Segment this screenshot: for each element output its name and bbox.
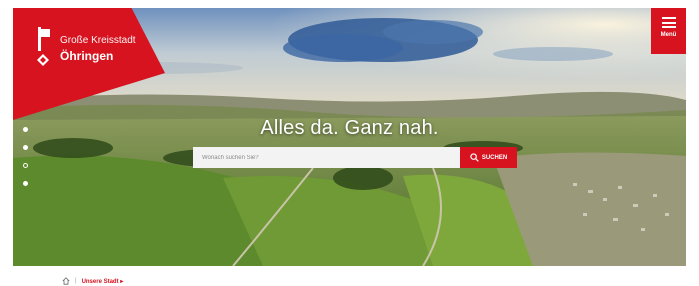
hero-headline: Alles da. Ganz nah. — [260, 117, 439, 139]
city-key-logo-icon — [37, 27, 50, 66]
breadcrumb-separator: | — [75, 278, 77, 284]
search-button[interactable]: SUCHEN — [460, 147, 517, 168]
hamburger-menu-icon — [661, 17, 676, 28]
slider-dot-2[interactable] — [23, 145, 28, 150]
search-button-label: SUCHEN — [481, 154, 508, 161]
city-subtitle: Große Kreisstadt — [60, 35, 136, 46]
menu-label: Menü — [660, 32, 677, 38]
breadcrumb-item-unsere-stadt[interactable]: Unsere Stadt ▸ — [82, 278, 124, 285]
search-input[interactable] — [193, 147, 460, 168]
breadcrumb: | Unsere Stadt ▸ — [62, 276, 123, 286]
menu-button[interactable]: Menü — [651, 8, 686, 54]
slider-dot-3[interactable] — [23, 163, 28, 168]
home-icon[interactable] — [62, 277, 70, 285]
search-icon — [470, 153, 479, 162]
slider-dot-4[interactable] — [23, 181, 28, 186]
city-name: Öhringen — [60, 49, 114, 63]
